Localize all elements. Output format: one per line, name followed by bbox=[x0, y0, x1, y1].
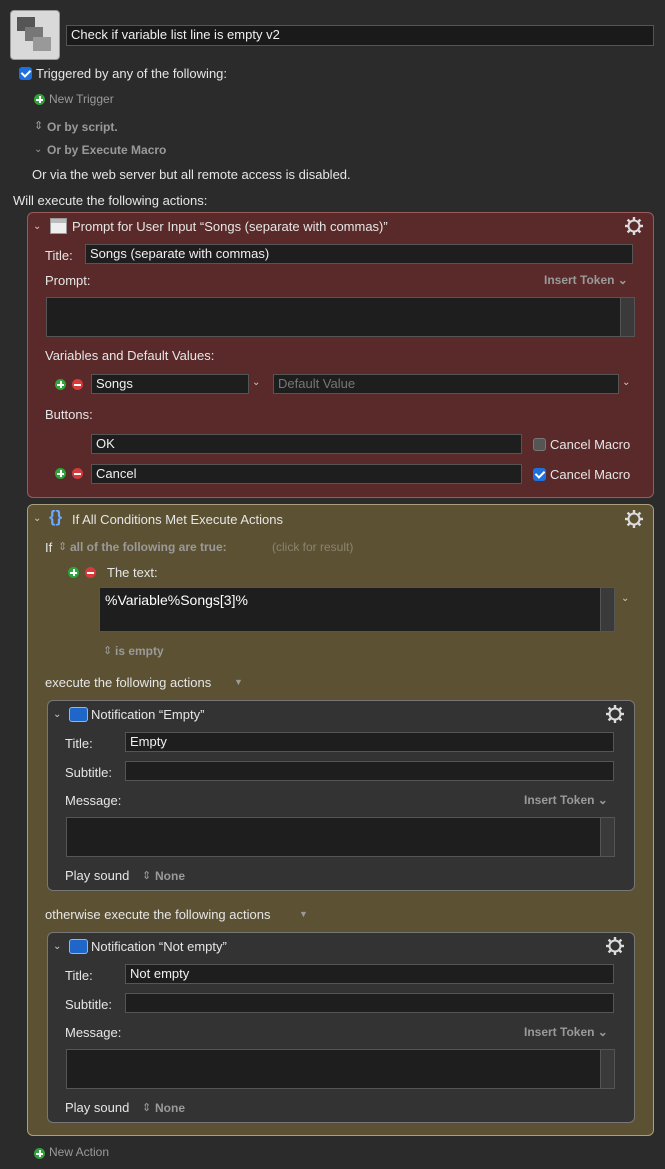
gear-icon[interactable] bbox=[624, 216, 644, 236]
prompt-action-header[interactable]: Prompt for User Input “Songs (separate w… bbox=[72, 219, 388, 234]
prompt-action-panel[interactable]: ⌄ Prompt for User Input “Songs (separate… bbox=[27, 212, 654, 498]
notification-icon bbox=[69, 707, 88, 722]
vars-label: Variables and Default Values: bbox=[45, 348, 215, 363]
collapse-chevron-icon[interactable]: ⌄ bbox=[33, 513, 41, 524]
notification-message-textarea[interactable] bbox=[66, 1049, 615, 1089]
add-variable-plus-icon[interactable] bbox=[55, 379, 66, 390]
scrollbar[interactable] bbox=[620, 298, 634, 336]
scrollbar[interactable] bbox=[600, 1050, 614, 1088]
notification-message-textarea[interactable] bbox=[66, 817, 615, 857]
sound-popup[interactable]: None bbox=[155, 1101, 185, 1115]
cancel-macro-label-cancel: Cancel Macro bbox=[550, 467, 631, 482]
notification-not-empty-panel[interactable]: ⌄ Notification “Not empty” Title: Not em… bbox=[47, 932, 635, 1123]
notification-icon bbox=[69, 939, 88, 954]
button-label-field-ok[interactable]: OK bbox=[91, 434, 522, 454]
updown-icon[interactable]: ⇕ bbox=[34, 119, 43, 132]
variable-name-chevron-icon[interactable]: ⌄ bbox=[252, 377, 260, 388]
default-value-chevron-icon[interactable]: ⌄ bbox=[622, 377, 630, 388]
new-trigger-link[interactable]: New Trigger bbox=[49, 92, 114, 106]
otherwise-disclosure-icon[interactable]: ▼ bbox=[299, 909, 308, 919]
if-action-panel[interactable]: ⌄ {} If All Conditions Met Execute Actio… bbox=[27, 504, 654, 1136]
condition-text-value: %Variable%Songs[3]% bbox=[105, 592, 248, 608]
notification-not-empty-header[interactable]: Notification “Not empty” bbox=[91, 939, 227, 954]
cancel-macro-checkbox-ok[interactable] bbox=[533, 438, 546, 451]
collapse-chevron-icon[interactable]: ⌄ bbox=[33, 221, 41, 232]
collapse-chevron-icon[interactable]: ⌄ bbox=[53, 709, 61, 720]
button-label-field-cancel[interactable]: Cancel bbox=[91, 464, 522, 484]
add-button-plus-icon[interactable] bbox=[55, 468, 66, 479]
sound-popup[interactable]: None bbox=[155, 869, 185, 883]
remove-condition-minus-icon[interactable] bbox=[85, 567, 96, 578]
insert-token-button[interactable]: Insert Token ⌄ bbox=[544, 273, 628, 287]
new-trigger-plus-icon[interactable] bbox=[34, 94, 45, 105]
execute-label: execute the following actions bbox=[45, 675, 212, 690]
collapse-chevron-icon[interactable]: ⌄ bbox=[53, 941, 61, 952]
updown-icon[interactable]: ⇕ bbox=[58, 540, 67, 553]
scrollbar[interactable] bbox=[600, 588, 614, 631]
remove-variable-minus-icon[interactable] bbox=[72, 379, 83, 390]
title-label: Title: bbox=[65, 968, 93, 983]
variable-name-field[interactable]: Songs bbox=[91, 374, 249, 394]
macro-icon[interactable] bbox=[10, 10, 60, 60]
notification-empty-panel[interactable]: ⌄ Notification “Empty” Title: Empty Subt… bbox=[47, 700, 635, 891]
chevron-down-icon[interactable]: ⌄ bbox=[34, 144, 42, 155]
prompt-textarea[interactable] bbox=[46, 297, 635, 337]
new-action-link[interactable]: New Action bbox=[49, 1145, 109, 1159]
condition-text-area[interactable]: %Variable%Songs[3]% bbox=[99, 587, 615, 632]
notification-title-field[interactable]: Empty bbox=[125, 732, 614, 752]
message-label: Message: bbox=[65, 793, 122, 808]
message-label: Message: bbox=[65, 1025, 122, 1040]
or-by-execute-macro-popup[interactable]: Or by Execute Macro bbox=[47, 143, 166, 157]
prompt-label: Prompt: bbox=[45, 273, 91, 288]
gear-icon[interactable] bbox=[624, 509, 644, 529]
macro-name-field[interactable]: Check if variable list line is empty v2 bbox=[66, 25, 654, 46]
cancel-macro-label-ok: Cancel Macro bbox=[550, 437, 631, 452]
default-value-field[interactable]: Default Value bbox=[273, 374, 619, 394]
condition-text-chevron-icon[interactable]: ⌄ bbox=[621, 593, 629, 604]
gear-icon[interactable] bbox=[605, 704, 625, 724]
if-word: If bbox=[45, 540, 53, 555]
subtitle-label: Subtitle: bbox=[65, 765, 112, 780]
notification-empty-header[interactable]: Notification “Empty” bbox=[91, 707, 204, 722]
play-sound-label: Play sound bbox=[65, 1100, 130, 1115]
scrollbar[interactable] bbox=[600, 818, 614, 856]
updown-icon[interactable]: ⇕ bbox=[142, 869, 151, 882]
insert-token-button[interactable]: Insert Token ⌄ bbox=[524, 793, 608, 807]
notification-subtitle-field[interactable] bbox=[125, 761, 614, 781]
subtitle-label: Subtitle: bbox=[65, 997, 112, 1012]
triggered-checkbox[interactable] bbox=[19, 67, 32, 80]
condition-mode-popup[interactable]: all of the following are true: bbox=[70, 540, 227, 554]
buttons-label: Buttons: bbox=[45, 407, 93, 422]
the-text-label: The text: bbox=[107, 565, 158, 580]
window-icon bbox=[50, 218, 67, 234]
updown-icon[interactable]: ⇕ bbox=[142, 1101, 151, 1114]
new-action-plus-icon[interactable] bbox=[34, 1148, 45, 1159]
insert-token-button[interactable]: Insert Token ⌄ bbox=[524, 1025, 608, 1039]
otherwise-label: otherwise execute the following actions bbox=[45, 907, 271, 922]
title-label: Title: bbox=[45, 248, 73, 263]
operator-popup[interactable]: is empty bbox=[115, 644, 164, 658]
notification-title-field[interactable]: Not empty bbox=[125, 964, 614, 984]
add-condition-plus-icon[interactable] bbox=[68, 567, 79, 578]
title-label: Title: bbox=[65, 736, 93, 751]
if-action-header[interactable]: If All Conditions Met Execute Actions bbox=[72, 512, 283, 527]
updown-icon[interactable]: ⇕ bbox=[103, 644, 112, 657]
braces-icon: {} bbox=[49, 507, 63, 526]
gear-icon[interactable] bbox=[605, 936, 625, 956]
or-by-script-popup[interactable]: Or by script. bbox=[47, 120, 118, 134]
play-sound-label: Play sound bbox=[65, 868, 130, 883]
will-execute-label: Will execute the following actions: bbox=[13, 193, 208, 208]
execute-disclosure-icon[interactable]: ▼ bbox=[234, 677, 243, 687]
triggered-label: Triggered by any of the following: bbox=[36, 66, 228, 81]
click-for-result[interactable]: (click for result) bbox=[272, 540, 353, 554]
web-server-note: Or via the web server but all remote acc… bbox=[32, 167, 351, 182]
prompt-title-field[interactable]: Songs (separate with commas) bbox=[85, 244, 633, 264]
cancel-macro-checkbox-cancel[interactable] bbox=[533, 468, 546, 481]
remove-button-minus-icon[interactable] bbox=[72, 468, 83, 479]
notification-subtitle-field[interactable] bbox=[125, 993, 614, 1013]
